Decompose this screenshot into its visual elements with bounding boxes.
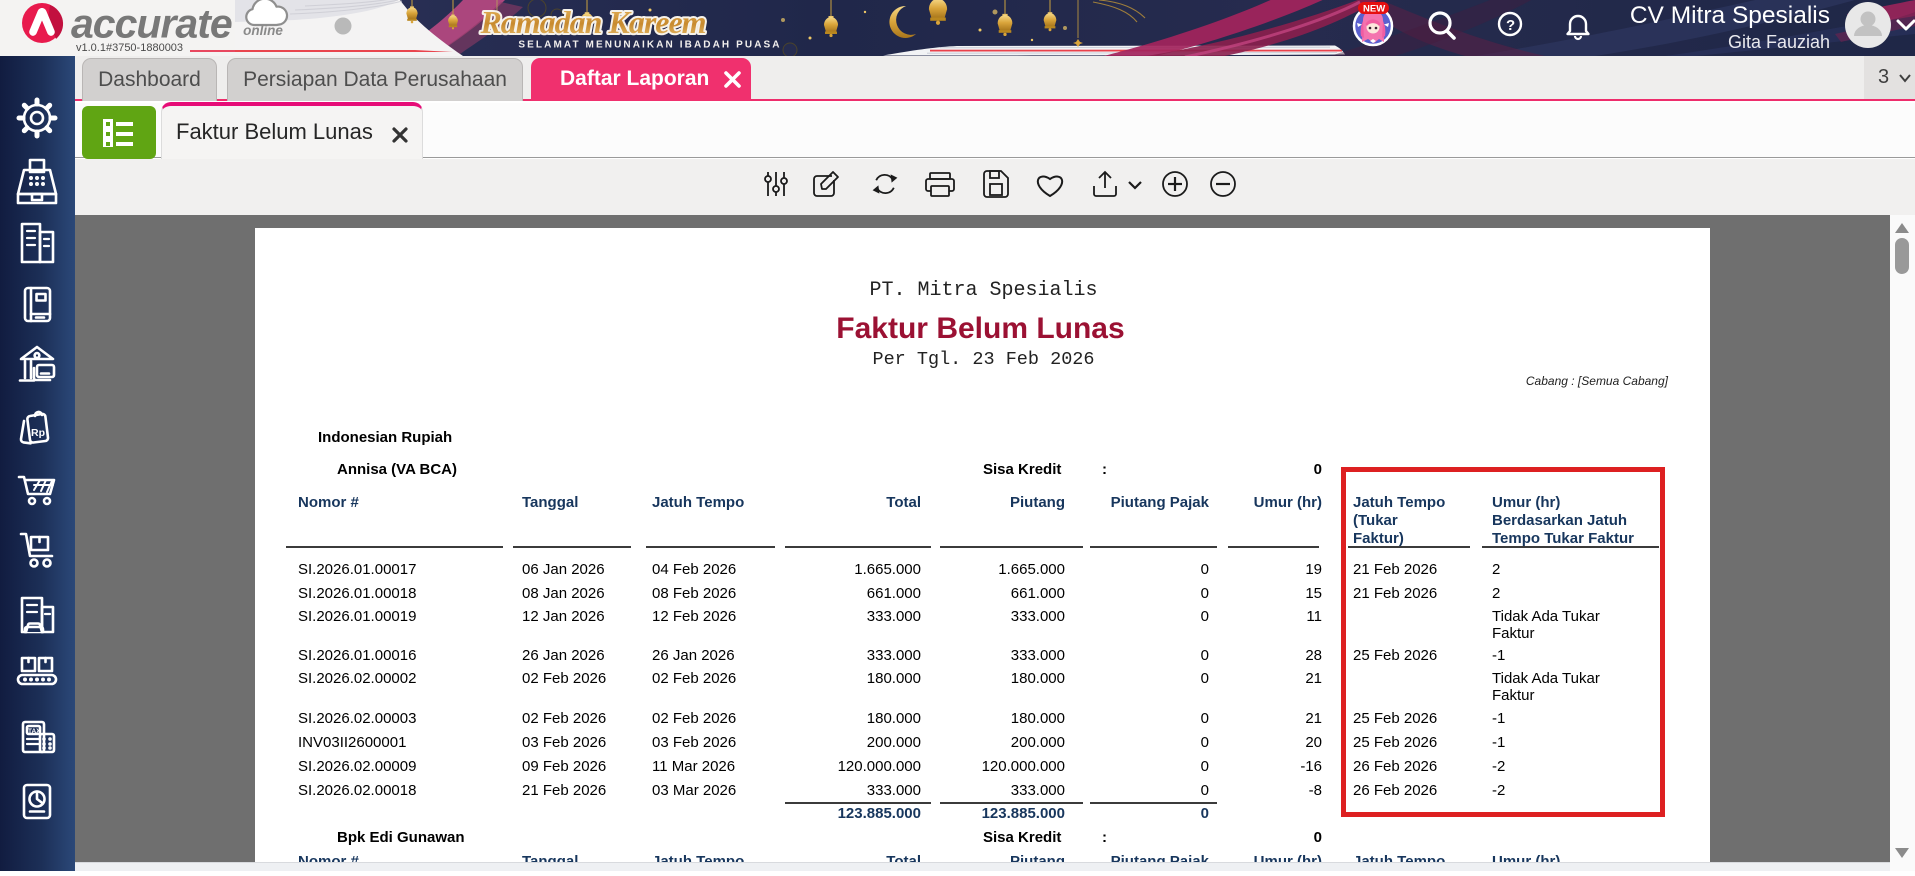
svg-text:accurate: accurate (71, 1, 232, 47)
svg-text:SELAMAT MENUNAIKAN IBADAH PUAS: SELAMAT MENUNAIKAN IBADAH PUASA (518, 40, 781, 51)
svg-text:Ramadan Kareem: Ramadan Kareem (479, 4, 705, 40)
svg-text:NEW: NEW (1363, 4, 1385, 15)
svg-text:Rp: Rp (31, 427, 45, 439)
svg-text:online: online (243, 23, 283, 38)
